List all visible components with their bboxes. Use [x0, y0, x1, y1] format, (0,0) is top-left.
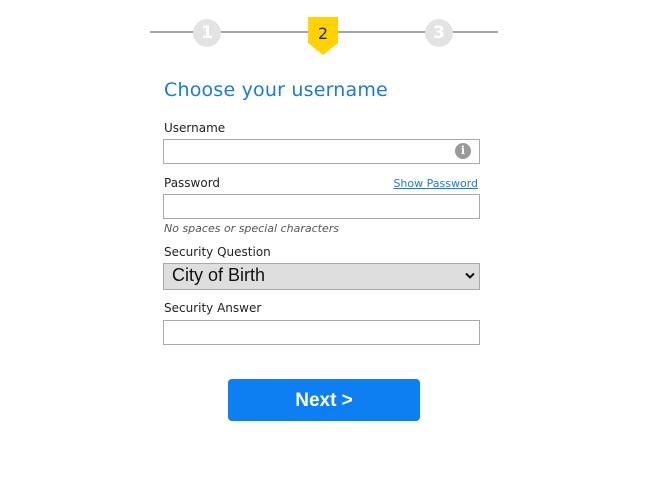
step-1-indicator: 1: [193, 19, 221, 47]
username-label: Username: [164, 121, 226, 135]
progress-stepper: 1 2 3: [150, 0, 498, 60]
security-question-selected-value: City of Birth: [172, 265, 266, 285]
form-title: Choose your username: [164, 79, 388, 101]
security-question-label: Security Question: [164, 245, 271, 259]
password-input[interactable]: [163, 194, 480, 219]
info-icon[interactable]: i: [455, 143, 471, 159]
chevron-down-icon: [465, 272, 475, 279]
username-input[interactable]: [163, 139, 480, 164]
security-question-select[interactable]: City of Birth: [163, 263, 480, 290]
security-answer-label: Security Answer: [164, 301, 262, 315]
step-3-indicator: 3: [425, 19, 453, 47]
password-label: Password: [164, 176, 221, 190]
show-password-link[interactable]: Show Password: [393, 177, 478, 190]
next-button[interactable]: Next >: [228, 379, 420, 421]
password-hint: No spaces or special characters: [164, 222, 339, 235]
security-answer-input[interactable]: [163, 320, 480, 345]
step-2-indicator-active: 2: [308, 17, 338, 55]
step-2-number: 2: [317, 24, 329, 43]
